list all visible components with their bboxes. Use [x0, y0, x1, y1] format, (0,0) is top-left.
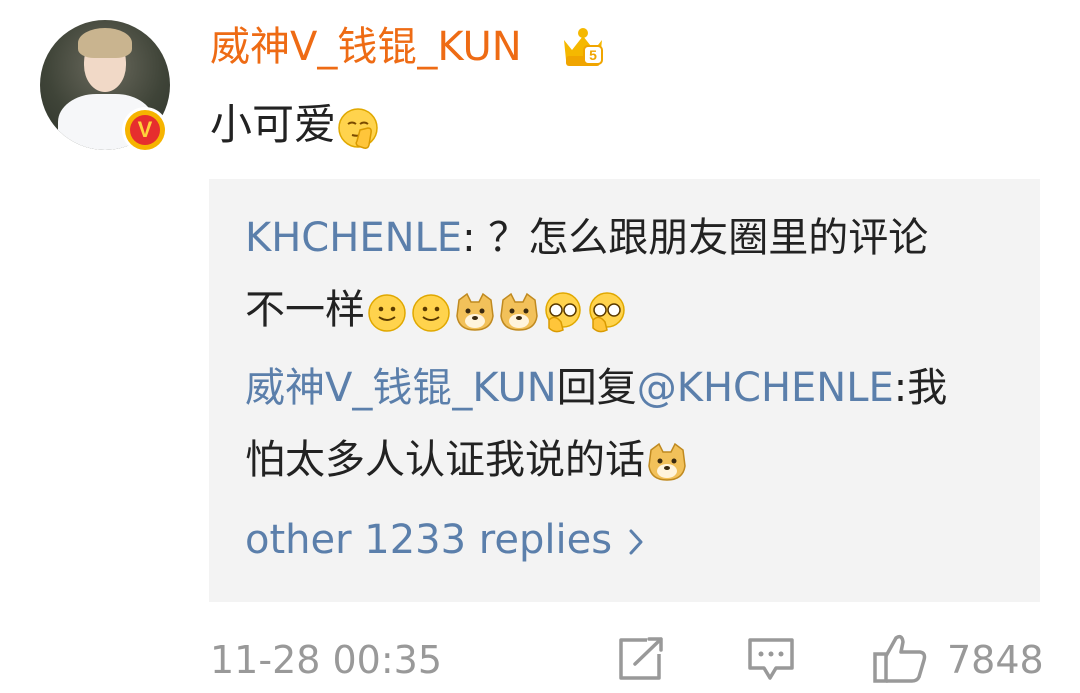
comment-timestamp: 11-28 00:35 [210, 638, 443, 682]
like-thumb-icon[interactable] [872, 632, 928, 684]
reply-author[interactable]: 威神V_钱锟_KUN [245, 365, 557, 411]
like-count: 7848 [947, 638, 1044, 682]
doge-emoji-icon [497, 290, 541, 334]
comment-text: 小可爱 [210, 100, 337, 149]
smile-emoji-icon [365, 290, 409, 334]
doge-emoji-icon [453, 290, 497, 334]
crown-level-icon: 5 [564, 28, 603, 66]
reply-mention[interactable]: @KHCHENLE [637, 365, 894, 411]
smile-emoji-icon [409, 290, 453, 334]
verified-badge-icon: V [122, 107, 168, 153]
comment-reply-icon[interactable] [746, 636, 796, 682]
reply-author[interactable]: KHCHENLE [245, 215, 462, 261]
shush-emoji-icon [336, 106, 380, 150]
doge-emoji-icon [645, 440, 689, 484]
avatar-hair [78, 28, 132, 58]
reply-1-line-2: 不一样 [245, 285, 629, 335]
reply-2-line-2: 怕太多人认证我说的话 [245, 435, 689, 485]
replies-panel: KHCHENLE: ？怎么跟朋友圈里的评论 不一样 威神V_钱锟_KUN回复@K… [209, 179, 1040, 602]
reply-2-line-1: 威神V_钱锟_KUN回复@KHCHENLE:我 [245, 365, 948, 411]
share-icon[interactable] [617, 636, 665, 682]
comment-card: V 威神V_钱锟_KUN 5 小可爱 KHCHENLE: ？怎么跟朋友圈里的评论… [0, 0, 1080, 693]
facepalm-emoji-icon [541, 290, 585, 334]
more-replies-link[interactable]: other 1233 replies [245, 515, 644, 565]
comment-body: 小可爱 [210, 98, 380, 152]
reply-1-line-1: KHCHENLE: ？怎么跟朋友圈里的评论 [245, 215, 929, 261]
svg-text:5: 5 [589, 47, 597, 63]
comment-username[interactable]: 威神V_钱锟_KUN [210, 22, 522, 72]
chevron-right-icon [629, 529, 643, 555]
facepalm-emoji-icon [585, 290, 629, 334]
